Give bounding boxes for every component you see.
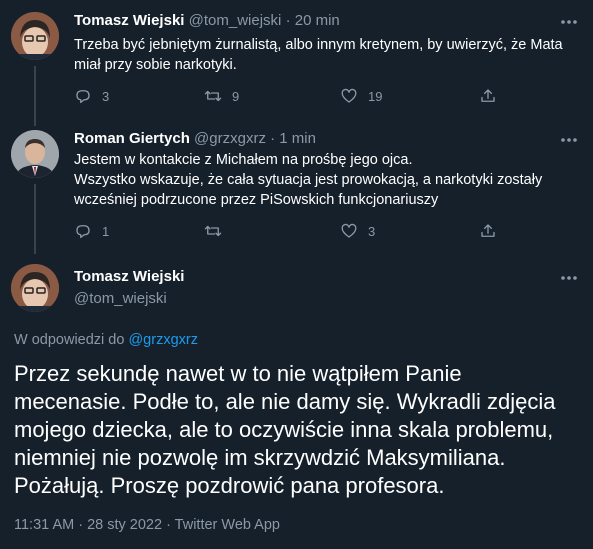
heart-icon xyxy=(340,222,358,240)
author-name[interactable]: Tomasz Wiejski xyxy=(74,268,184,285)
tweet-text-line: miał przy sobie narkotyki. xyxy=(74,57,237,73)
author-name[interactable]: Tomasz Wiejski xyxy=(74,12,184,29)
share-icon xyxy=(479,87,497,105)
reply-count: 1 xyxy=(102,223,110,239)
reply-button[interactable]: 1 xyxy=(74,222,109,240)
tweet-text-line: mojego dziecka, ale to oczywiście inna s… xyxy=(14,417,554,442)
author-handle[interactable]: @tom_wiejski xyxy=(74,290,167,307)
author-handle[interactable]: @tom_wiejski xyxy=(189,12,282,29)
share-button[interactable] xyxy=(479,222,497,240)
retweet-button[interactable]: 9 xyxy=(204,87,239,105)
retweet-icon xyxy=(204,87,222,105)
separator: · xyxy=(270,130,276,147)
reply-mention-link[interactable]: @grzxgxrz xyxy=(128,332,198,348)
author-name[interactable]: Roman Giertych xyxy=(74,130,190,147)
more-icon[interactable] xyxy=(559,270,579,286)
share-button[interactable] xyxy=(479,87,497,105)
retweet-count: 9 xyxy=(232,88,240,104)
thread-line xyxy=(34,66,36,126)
tweet-text: Jestem w kontakcie z Michałem na prośbę … xyxy=(74,150,574,210)
thread-line xyxy=(34,184,36,254)
tweet-text-line: Przez sekundę nawet w to nie wątpiłem Pa… xyxy=(14,361,462,386)
tweet-text-line: Trzeba być jebniętym żurnalistą, albo in… xyxy=(74,37,563,53)
like-count: 3 xyxy=(368,223,376,239)
tweet-text-line: niemniej nie pozwolę im skrzywdzić Maksy… xyxy=(14,445,506,470)
timestamp[interactable]: 1 min xyxy=(279,130,316,147)
heart-icon xyxy=(340,87,358,105)
reply-count: 3 xyxy=(102,88,110,104)
avatar[interactable] xyxy=(11,12,59,60)
tweet-text-line: Pożałują. Proszę pozdrowić pana profesor… xyxy=(14,473,445,498)
tweet-text-line: Jestem w kontakcie z Michałem na prośbę … xyxy=(74,152,413,168)
tweet-header: Tomasz Wiejski @tom_wiejski · 20 min xyxy=(74,12,340,29)
tweet-text-line: mecenasie. Podłe to, ale nie damy się. W… xyxy=(14,389,556,414)
avatar[interactable] xyxy=(11,130,59,178)
more-icon[interactable] xyxy=(559,14,579,30)
tweet-1[interactable]: Tomasz Wiejski @tom_wiejski · 20 min Trz… xyxy=(0,10,593,126)
tweet-meta[interactable]: 11:31 AM · 28 sty 2022 · Twitter Web App xyxy=(14,517,280,533)
timestamp[interactable]: 20 min xyxy=(295,12,340,29)
retweet-button[interactable] xyxy=(204,222,232,240)
tweet-actions: 1 3 xyxy=(74,222,514,242)
tweet-actions: 3 9 19 xyxy=(74,87,514,107)
reply-icon xyxy=(74,222,92,240)
avatar[interactable] xyxy=(11,264,59,312)
separator: · xyxy=(285,12,291,29)
reply-button[interactable]: 3 xyxy=(74,87,109,105)
tweet-text: Trzeba być jebniętym żurnalistą, albo in… xyxy=(74,35,574,75)
tweet-2[interactable]: Roman Giertych @grzxgxrz · 1 min Jestem … xyxy=(0,130,593,254)
like-button[interactable]: 3 xyxy=(340,222,375,240)
reply-icon xyxy=(74,87,92,105)
reply-context: W odpowiedzi do @grzxgxrz xyxy=(14,332,198,348)
retweet-icon xyxy=(204,222,222,240)
tweet-text-line: Wszystko wskazuje, że cała sytuacja jest… xyxy=(74,172,543,188)
like-count: 19 xyxy=(368,88,383,104)
more-icon[interactable] xyxy=(559,132,579,148)
author-handle[interactable]: @grzxgxrz xyxy=(194,130,266,147)
reply-prefix: W odpowiedzi do xyxy=(14,332,129,348)
tweet-header: Roman Giertych @grzxgxrz · 1 min xyxy=(74,130,316,147)
like-button[interactable]: 19 xyxy=(340,87,382,105)
tweet-text: Przez sekundę nawet w to nie wątpiłem Pa… xyxy=(14,360,584,500)
share-icon xyxy=(479,222,497,240)
tweet-text-line: wcześniej podrzucone przez PiSowskich fu… xyxy=(74,192,439,208)
